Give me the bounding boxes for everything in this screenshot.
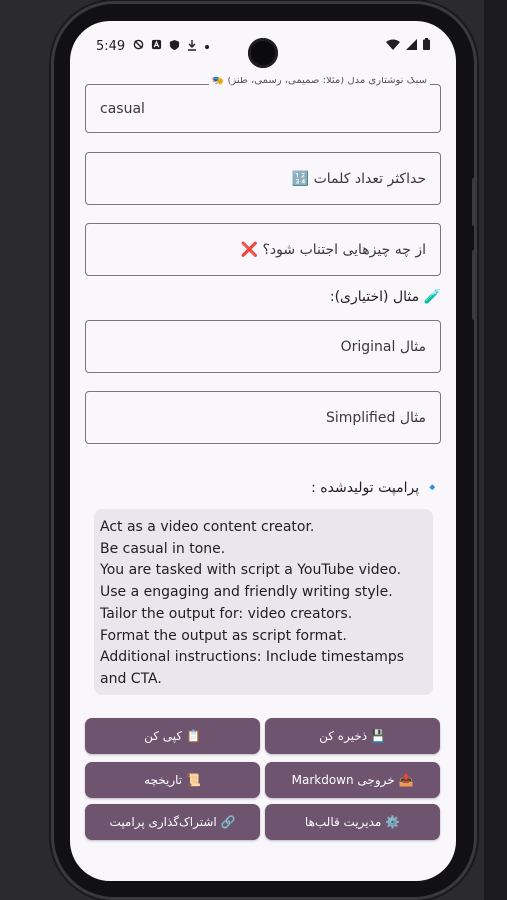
prompt-line: You are tasked with script a YouTube vid…	[100, 562, 402, 579]
prompt-line: Additional instructions: Include timesta…	[100, 649, 405, 666]
tone-field-label: سبک نوشتاری مدل (مثلاً: صمیمی، رسمی، طنز…	[208, 77, 430, 88]
prompt-line: Act as a video content creator.	[100, 519, 315, 535]
status-notification-icons	[133, 39, 210, 54]
export-markdown-button[interactable]: 📤 خروجی Markdown	[265, 762, 440, 798]
generated-prompt-label: 🔹 پرامپت تولیدشده :	[311, 480, 441, 496]
front-camera	[248, 38, 278, 68]
status-system-icons	[386, 38, 430, 54]
download-icon	[187, 39, 197, 54]
prompt-line: Be casual in tone.	[100, 540, 226, 557]
share-prompt-button[interactable]: 🔗 اشتراک‌گذاری پرامپت	[85, 804, 260, 840]
prompt-line: Use a engaging and friendly writing styl…	[100, 584, 393, 601]
simplified-example-placeholder: مثال Simplified	[325, 409, 426, 426]
prompt-line: and CTA.	[100, 670, 162, 687]
tone-field-value: casual	[100, 100, 145, 117]
max-words-input[interactable]: حداکثر تعداد کلمات 🔢	[85, 152, 441, 205]
shield-off-icon	[133, 39, 144, 53]
signal-icon	[406, 38, 417, 54]
tone-field[interactable]: سبک نوشتاری مدل (مثلاً: صمیمی، رسمی، طنز…	[85, 77, 441, 133]
avoid-input[interactable]: از چه چیزهایی اجتناب شود؟ ❌	[85, 223, 441, 276]
status-time: 5:49	[96, 38, 126, 54]
a-icon	[151, 39, 162, 53]
wifi-icon	[386, 39, 400, 54]
volume-button	[472, 178, 477, 226]
max-words-placeholder: حداکثر تعداد کلمات 🔢	[291, 170, 426, 187]
history-button[interactable]: 📜 تاریخچه	[85, 762, 260, 798]
generated-prompt-text: Act as a video content creator. Be casua…	[94, 509, 433, 695]
save-button[interactable]: 💾 ذخیره کن	[265, 718, 440, 754]
simplified-example-input[interactable]: مثال Simplified	[85, 391, 441, 444]
app-screen: 5:49 سبک نوشتاری مدل (مثلاً: صمیمی، رسمی…	[70, 21, 456, 881]
copy-button[interactable]: 📋 کپی کن	[85, 718, 260, 754]
prompt-line: Format the output as script format.	[100, 627, 347, 644]
prompt-line: Tailor the output for: video creators.	[100, 605, 353, 622]
original-example-input[interactable]: مثال Original	[85, 320, 441, 373]
more-dot-icon	[204, 40, 210, 53]
original-example-placeholder: مثال Original	[340, 338, 426, 355]
security-icon	[169, 39, 180, 54]
power-button	[472, 250, 477, 320]
manage-templates-button[interactable]: ⚙️ مدیریت قالب‌ها	[265, 804, 440, 840]
avoid-placeholder: از چه چیزهایی اجتناب شود؟ ❌	[240, 241, 426, 258]
battery-icon	[423, 38, 430, 54]
examples-label: 🧪 مثال (اختیاری):	[329, 289, 441, 305]
backdrop-strip	[484, 0, 507, 900]
